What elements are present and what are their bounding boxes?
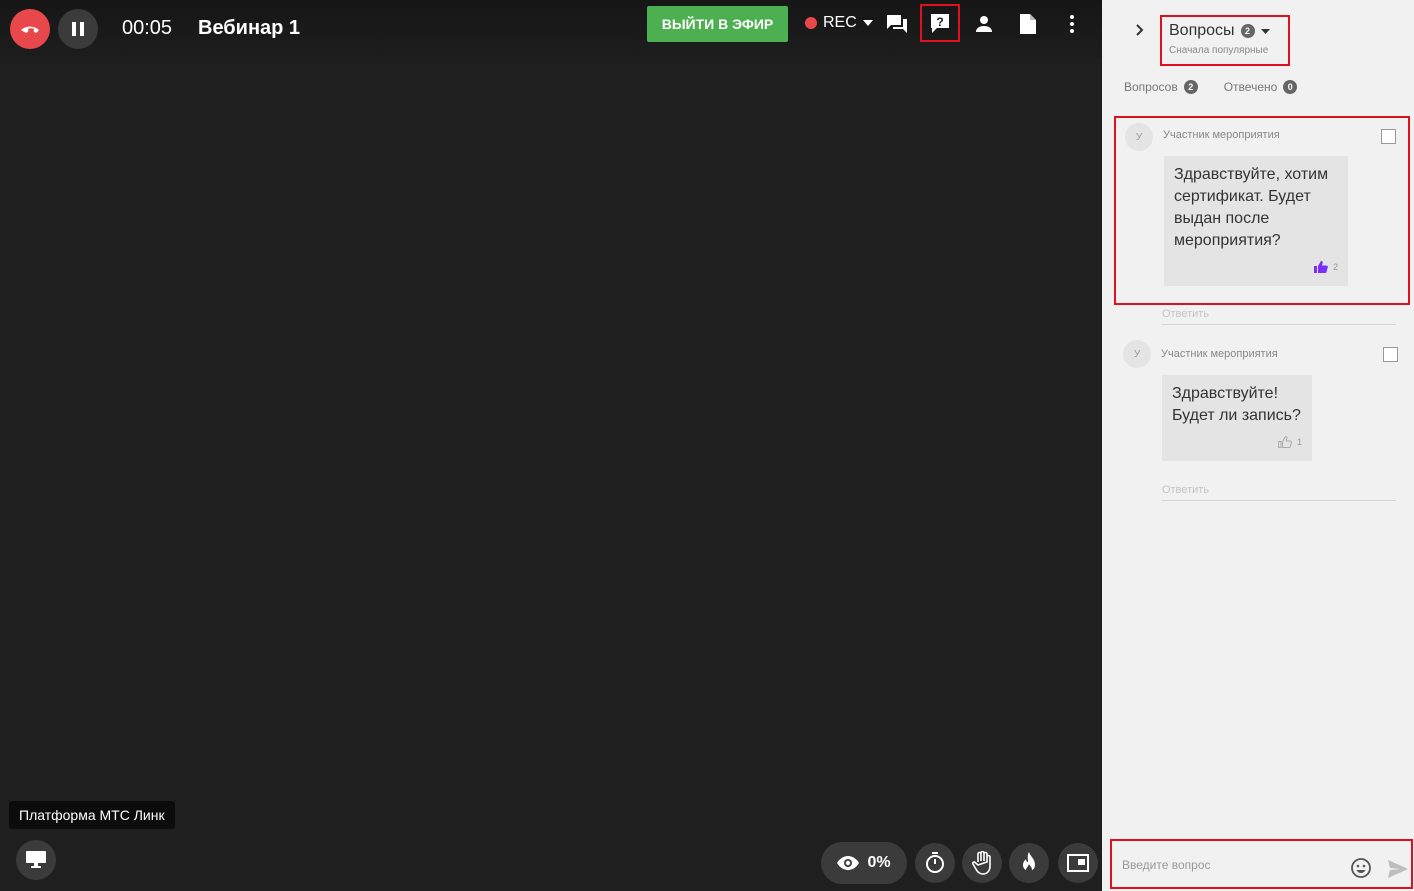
stopwatch-icon bbox=[926, 852, 944, 873]
monitor-icon bbox=[26, 851, 46, 868]
collapse-panel-button[interactable] bbox=[1130, 20, 1150, 40]
file-icon bbox=[1020, 14, 1036, 34]
question-text: Здравствуйте! Будет ли запись? bbox=[1172, 385, 1301, 424]
emoji-icon bbox=[1351, 858, 1371, 878]
viewers-percent: 0% bbox=[867, 854, 891, 871]
question-author: Участник мероприятия bbox=[1163, 129, 1280, 141]
screen-share-button[interactable] bbox=[16, 840, 56, 880]
fire-icon bbox=[1023, 852, 1035, 873]
questions-tabs: Вопросов 2 Отвечено 0 bbox=[1124, 80, 1298, 94]
reactions-button[interactable] bbox=[1009, 843, 1049, 883]
like-count: 1 bbox=[1296, 437, 1302, 447]
raise-hand-button[interactable] bbox=[962, 843, 1002, 883]
chevron-right-icon bbox=[1136, 24, 1144, 36]
webinar-title: Вебинар 1 bbox=[198, 17, 301, 39]
rec-indicator bbox=[805, 17, 817, 29]
questions-button[interactable]: ? bbox=[920, 4, 960, 42]
question-item: У Участник мероприятия Здравствуйте! Буд… bbox=[1114, 336, 1410, 466]
broadcast-timer: 00:05 bbox=[122, 17, 173, 39]
tab-answered[interactable]: Отвечено 0 bbox=[1224, 80, 1298, 94]
thumbs-up-icon bbox=[1313, 261, 1328, 273]
panel-title: Вопросы bbox=[1169, 22, 1235, 39]
eye-icon bbox=[837, 856, 860, 870]
tab-count: 0 bbox=[1283, 80, 1298, 94]
platform-label: Платформа МТС Линк bbox=[9, 801, 175, 829]
files-button[interactable] bbox=[1011, 8, 1045, 40]
chat-icon bbox=[887, 15, 907, 33]
participants-button[interactable] bbox=[967, 8, 1001, 40]
layout-button[interactable] bbox=[1058, 843, 1098, 883]
question-icon: ? bbox=[931, 14, 949, 33]
more-vertical-icon bbox=[1070, 15, 1074, 33]
rec-label: REC bbox=[823, 14, 857, 31]
question-author: Участник мероприятия bbox=[1161, 348, 1278, 360]
timer-button[interactable] bbox=[915, 843, 955, 883]
reply-link[interactable]: Ответить bbox=[1162, 484, 1396, 501]
question-bubble: Здравствуйте, хотим сертификат. Будет вы… bbox=[1164, 156, 1348, 286]
questions-panel: Вопросы 2 Сначала популярные Вопросов 2 … bbox=[1102, 0, 1414, 891]
more-menu-button[interactable] bbox=[1055, 8, 1089, 40]
question-item: У Участник мероприятия Здравствуйте, хот… bbox=[1114, 116, 1410, 305]
like-button[interactable]: 2 bbox=[1313, 256, 1338, 278]
like-count: 2 bbox=[1332, 262, 1338, 272]
pause-button[interactable] bbox=[58, 9, 98, 49]
mark-answered-checkbox[interactable] bbox=[1383, 347, 1398, 362]
question-input-area bbox=[1110, 839, 1413, 889]
phone-hangup-icon bbox=[21, 26, 39, 33]
panel-title-row: Вопросы 2 bbox=[1169, 22, 1281, 40]
tab-questions[interactable]: Вопросов 2 bbox=[1124, 80, 1198, 94]
tab-label: Отвечено bbox=[1223, 80, 1278, 94]
sort-label: Сначала популярные bbox=[1169, 45, 1269, 56]
thumbs-up-icon bbox=[1277, 436, 1292, 448]
go-on-air-button[interactable]: ВЫЙТИ В ЭФИР bbox=[647, 6, 788, 42]
tab-count: 2 bbox=[1183, 80, 1198, 94]
panel-title-count: 2 bbox=[1240, 24, 1255, 38]
picture-in-picture-icon bbox=[1067, 854, 1089, 872]
hand-icon bbox=[972, 851, 991, 875]
question-bubble: Здравствуйте! Будет ли запись? 1 bbox=[1162, 375, 1312, 461]
end-broadcast-button[interactable] bbox=[10, 9, 50, 49]
mark-answered-checkbox[interactable] bbox=[1381, 129, 1396, 144]
rec-dropdown[interactable]: REC bbox=[805, 14, 873, 32]
avatar: У bbox=[1123, 340, 1151, 368]
caret-down-icon bbox=[862, 20, 873, 26]
like-button[interactable]: 1 bbox=[1277, 431, 1302, 453]
pause-icon bbox=[72, 22, 84, 36]
person-icon bbox=[976, 16, 992, 32]
question-text: Здравствуйте, хотим сертификат. Будет вы… bbox=[1174, 166, 1329, 249]
send-icon bbox=[1388, 860, 1408, 878]
top-toolbar: 00:05 Вебинар 1 ВЫЙТИ В ЭФИР REC ? bbox=[0, 0, 1102, 58]
viewers-indicator[interactable]: 0% bbox=[821, 842, 907, 884]
question-input[interactable] bbox=[1122, 853, 1342, 877]
reply-link[interactable]: Ответить bbox=[1162, 308, 1396, 325]
chat-button[interactable] bbox=[880, 8, 914, 40]
svg-text:?: ? bbox=[936, 15, 943, 29]
video-stage: 00:05 Вебинар 1 ВЫЙТИ В ЭФИР REC ? Платф… bbox=[0, 0, 1102, 891]
send-button[interactable] bbox=[1388, 860, 1408, 878]
questions-sort-dropdown[interactable]: Вопросы 2 Сначала популярные bbox=[1160, 15, 1290, 66]
emoji-button[interactable] bbox=[1350, 857, 1372, 879]
avatar: У bbox=[1125, 123, 1153, 151]
tab-label: Вопросов bbox=[1124, 80, 1178, 94]
caret-down-icon bbox=[1260, 28, 1270, 34]
